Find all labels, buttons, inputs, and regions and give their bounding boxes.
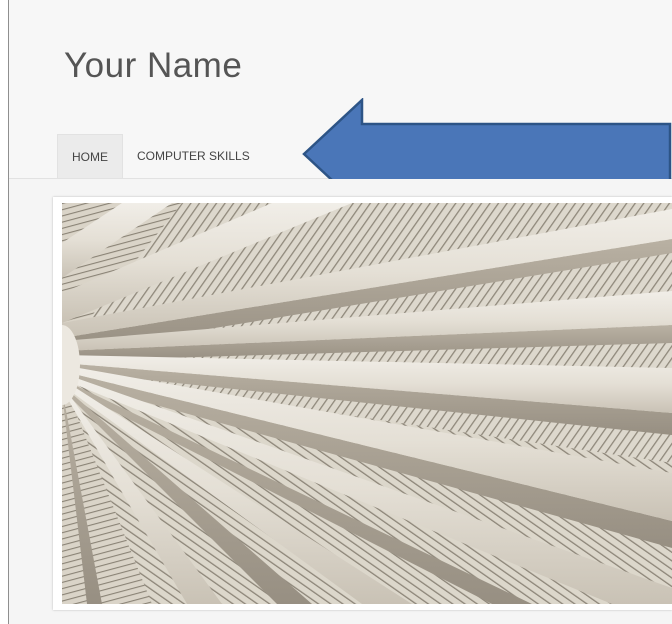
site-title[interactable]: Your Name <box>64 46 242 86</box>
wooden-ceiling-beams-photo <box>62 203 672 604</box>
main-navigation: HOME COMPUTER SKILLS <box>57 134 264 178</box>
nav-item-computer-skills[interactable]: COMPUTER SKILLS <box>123 134 264 178</box>
hero-image <box>62 203 672 604</box>
nav-item-home[interactable]: HOME <box>57 134 123 178</box>
